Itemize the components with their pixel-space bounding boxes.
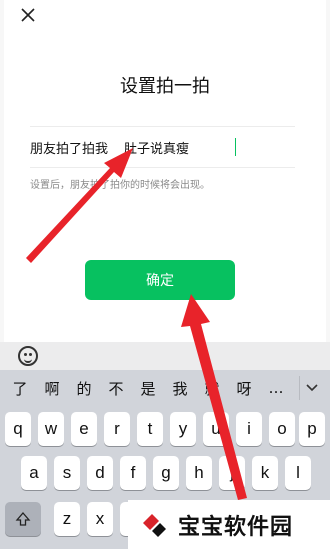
candidate[interactable]: … (260, 379, 292, 397)
key-k[interactable]: k (252, 456, 278, 490)
candidate-bar: 了 啊 的 不 是 我 就 呀 … (0, 370, 330, 406)
candidate[interactable]: 呀 (228, 378, 260, 399)
candidate[interactable]: 不 (100, 378, 132, 399)
key-r[interactable]: r (104, 412, 130, 446)
close-icon (21, 8, 35, 22)
shift-key[interactable] (5, 502, 41, 536)
emoji-icon[interactable] (18, 346, 38, 366)
key-l[interactable]: l (285, 456, 311, 490)
key-e[interactable]: e (71, 412, 97, 446)
hint-text: 设置后，朋友拍了拍你的时候将会出现。 (30, 180, 210, 191)
text-cursor (235, 138, 237, 156)
key-z[interactable]: z (54, 502, 80, 536)
key-q[interactable]: q (5, 412, 31, 446)
confirm-button[interactable]: 确定 (85, 260, 235, 300)
key-u[interactable]: u (203, 412, 229, 446)
close-button[interactable] (18, 5, 38, 25)
key-w[interactable]: w (38, 412, 64, 446)
dialog-title: 设置拍一拍 (120, 76, 210, 97)
key-i[interactable]: i (236, 412, 262, 446)
watermark-logo-icon (143, 513, 166, 537)
key-f[interactable]: f (120, 456, 146, 490)
candidate[interactable]: 的 (68, 378, 100, 399)
key-d[interactable]: d (87, 456, 113, 490)
key-j[interactable]: j (219, 456, 245, 490)
key-o[interactable]: o (269, 412, 295, 446)
key-s[interactable]: s (54, 456, 80, 490)
key-a[interactable]: a (21, 456, 47, 490)
key-g[interactable]: g (153, 456, 179, 490)
key-p[interactable]: p (299, 412, 325, 446)
candidate[interactable]: 是 (132, 378, 164, 399)
shift-icon (15, 512, 31, 526)
pat-suffix-input[interactable]: 肚子说真瘦 (124, 138, 234, 157)
chevron-down-icon (306, 384, 318, 392)
pat-input-row[interactable]: 朋友拍了拍我 肚子说真瘦 (30, 126, 295, 168)
watermark: 宝宝软件园 (128, 500, 330, 549)
candidate[interactable]: 了 (4, 378, 36, 399)
key-x[interactable]: x (87, 502, 113, 536)
key-y[interactable]: y (170, 412, 196, 446)
candidate[interactable]: 我 (164, 378, 196, 399)
key-h[interactable]: h (186, 456, 212, 490)
watermark-text: 宝宝软件园 (178, 514, 294, 540)
expand-candidates-button[interactable] (299, 376, 324, 400)
key-t[interactable]: t (137, 412, 163, 446)
candidate[interactable]: 就 (196, 378, 228, 399)
pat-prefix-label: 朋友拍了拍我 (30, 141, 109, 157)
emoji-toolbar (0, 342, 330, 370)
candidate[interactable]: 啊 (36, 378, 68, 399)
